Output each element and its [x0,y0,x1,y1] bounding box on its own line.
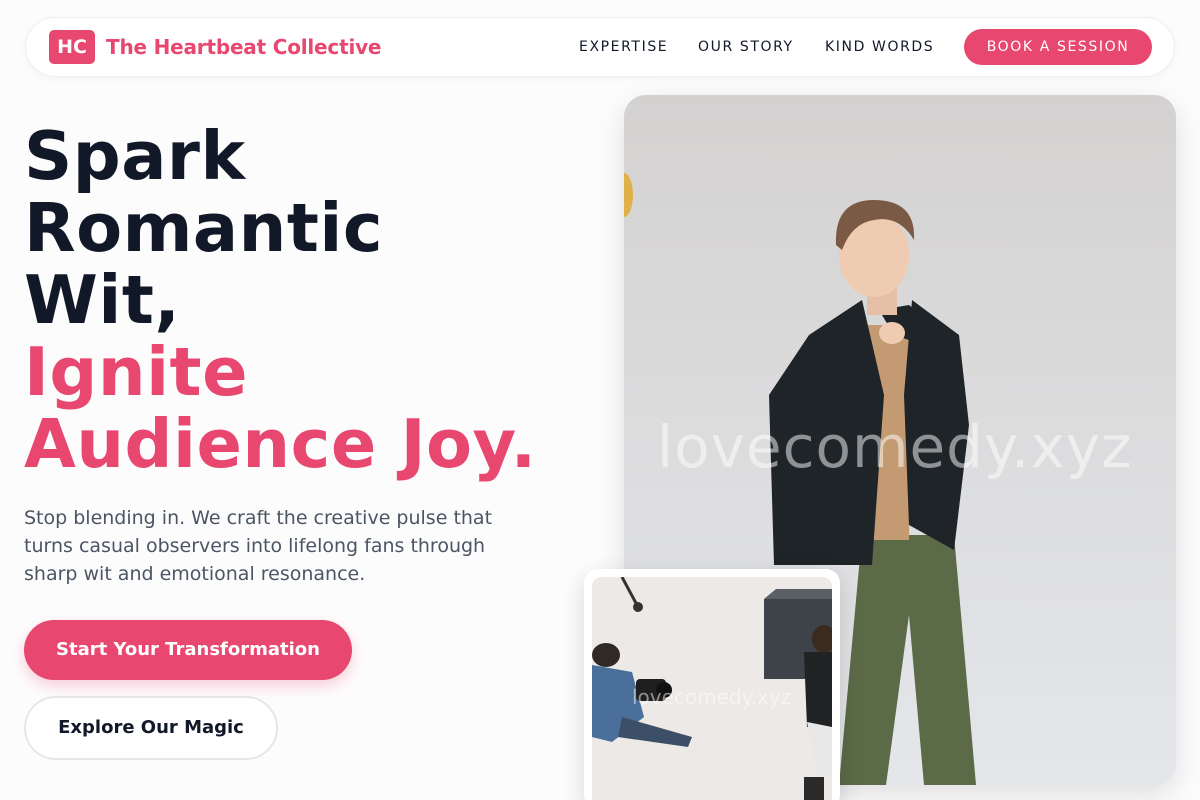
hero-subtext: Stop blending in. We craft the creative … [24,507,493,585]
photoshoot-photo: lovecomedy.xyz [592,577,832,800]
main-watermark: lovecomedy.xyz [657,413,1133,481]
headline-accent-line: Ignite [24,333,249,411]
nav-kind-words[interactable]: KIND WORDS [825,39,934,55]
explore-magic-button[interactable]: Explore Our Magic [24,696,278,760]
headline-line: Wit, [24,261,181,339]
headline-accent-line: Audience Joy. [24,405,537,483]
start-transformation-button[interactable]: Start Your Transformation [24,620,352,680]
secondary-photo-card: lovecomedy.xyz [584,569,840,800]
logo-badge[interactable]: HC [49,30,95,64]
brand-name[interactable]: The Heartbeat Collective [106,35,382,59]
book-session-button[interactable]: BOOK A SESSION [964,29,1152,65]
small-watermark: lovecomedy.xyz [632,685,792,709]
nav-expertise[interactable]: EXPERTISE [579,39,668,55]
hero-headline: Spark Romantic Wit, Ignite Audience Joy. [24,120,537,480]
site-header: HC The Heartbeat Collective EXPERTISE OU… [25,17,1175,77]
headline-line: Spark [24,117,246,195]
headline-line: Romantic [24,189,384,267]
nav-our-story[interactable]: OUR STORY [698,39,794,55]
